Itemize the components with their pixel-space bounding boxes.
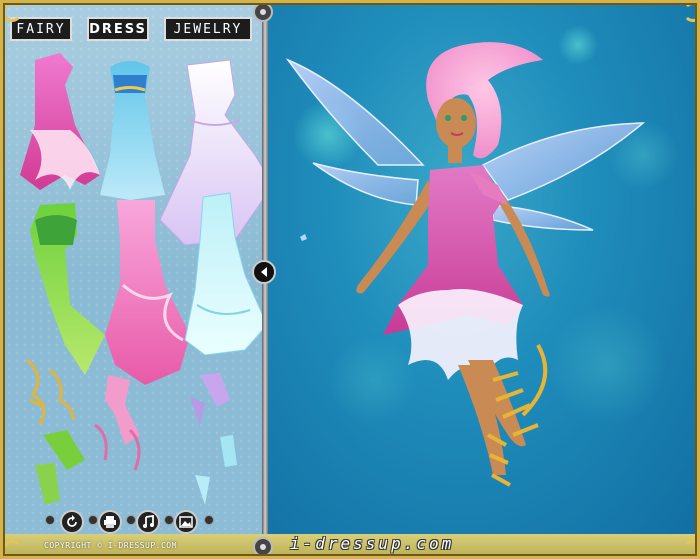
picture-button[interactable] — [174, 510, 198, 534]
corner-ornament — [2, 540, 22, 559]
tab-jewelry[interactable]: JEWELRY — [164, 17, 252, 41]
shoes-pink-ribbon[interactable] — [94, 375, 141, 471]
rotate-icon — [67, 515, 77, 527]
chevron-left-icon — [261, 267, 267, 277]
dress-pink-fairy[interactable] — [20, 53, 100, 190]
gear-ornament — [253, 2, 273, 22]
corner-ornament — [683, 2, 700, 22]
fairy-wing — [481, 122, 646, 201]
dress-blue-gown[interactable] — [100, 61, 165, 200]
fairy-wing — [285, 58, 425, 166]
wardrobe-items — [20, 53, 262, 505]
toolbar-dot — [204, 515, 214, 525]
brand-logo-text: i-dressup.com — [290, 534, 455, 553]
music-icon — [143, 515, 154, 528]
toolbar-dot — [45, 515, 55, 525]
shoes-ice-blue[interactable] — [195, 435, 237, 505]
fairy-wing — [312, 162, 419, 206]
fairy-stage — [268, 5, 695, 534]
corner-ornament — [683, 540, 700, 559]
tab-dress[interactable]: DRESS — [87, 17, 149, 41]
shoes-lavender-heels[interactable] — [190, 373, 230, 427]
toolbar-dot — [126, 515, 136, 525]
toolbar-dot — [88, 515, 98, 525]
copyright-text: COPYRIGHT © I-DRESSUP.COM — [44, 541, 177, 550]
fairy-character — [285, 42, 646, 487]
wardrobe-panel — [5, 5, 262, 534]
print-button[interactable] — [98, 510, 122, 534]
gear-ornament — [253, 537, 273, 557]
dressup-game: FAIRY DRESS JEWELRY COPYRIGHT © I-DRESSU… — [0, 0, 700, 559]
rotate-button[interactable] — [60, 510, 84, 534]
collapse-panel-button[interactable] — [252, 260, 276, 284]
music-button[interactable] — [136, 510, 160, 534]
corner-ornament — [2, 2, 22, 22]
shoes-green-slippers[interactable] — [35, 430, 85, 505]
dress-green-mermaid[interactable] — [30, 203, 105, 375]
print-icon — [104, 516, 116, 528]
picture-icon — [179, 516, 193, 528]
tab-fairy[interactable]: FAIRY — [10, 17, 72, 41]
shoes-gold-sandals[interactable] — [26, 358, 75, 426]
toolbar-dot — [164, 515, 174, 525]
